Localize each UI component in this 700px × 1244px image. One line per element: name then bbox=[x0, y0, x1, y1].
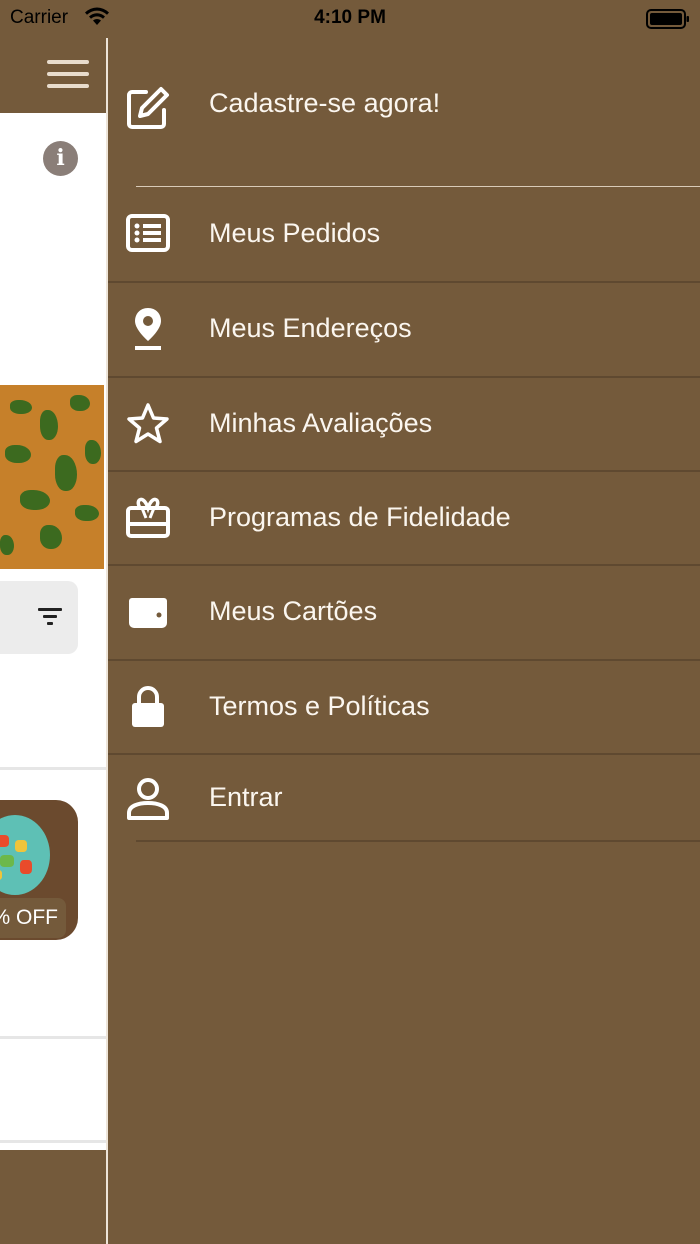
menu-item-terms[interactable]: Termos e Políticas bbox=[108, 661, 700, 754]
menu-item-addresses[interactable]: Meus Endereços bbox=[108, 283, 700, 376]
filter-icon[interactable] bbox=[38, 608, 62, 626]
gift-card-icon bbox=[126, 497, 170, 538]
divider bbox=[136, 186, 700, 187]
divider bbox=[136, 840, 700, 842]
status-bar: Carrier 4:10 PM bbox=[0, 0, 700, 38]
menu-item-label: Termos e Políticas bbox=[209, 691, 430, 721]
divider bbox=[0, 1036, 106, 1039]
list-icon bbox=[126, 214, 170, 252]
user-icon bbox=[127, 778, 169, 820]
location-pin-icon bbox=[135, 308, 161, 350]
menu-item-cards[interactable]: Meus Cartões bbox=[108, 566, 700, 659]
clock: 4:10 PM bbox=[314, 7, 386, 28]
background-screen: i % OFF bbox=[0, 0, 106, 1244]
battery-icon bbox=[646, 9, 689, 29]
register-button[interactable]: Cadastre-se agora! bbox=[108, 58, 700, 158]
menu-item-label: Meus Pedidos bbox=[209, 218, 381, 248]
divider bbox=[0, 767, 106, 770]
side-drawer: Cadastre-se agora! Meus Pedidos Meus End… bbox=[106, 38, 700, 1244]
bottom-bar bbox=[0, 1150, 106, 1244]
menu-item-reviews[interactable]: Minhas Avaliações bbox=[108, 378, 700, 471]
login-button[interactable]: Entrar bbox=[108, 755, 700, 841]
register-label: Cadastre-se agora! bbox=[209, 88, 441, 118]
menu-item-label: Meus Cartões bbox=[209, 596, 378, 626]
menu-item-label: Programas de Fidelidade bbox=[209, 502, 511, 532]
info-icon[interactable]: i bbox=[43, 141, 78, 176]
divider bbox=[0, 1140, 106, 1143]
lock-icon bbox=[132, 686, 164, 727]
menu-item-label: Meus Endereços bbox=[209, 313, 412, 343]
star-icon bbox=[127, 403, 169, 444]
menu-item-label: Entrar bbox=[209, 782, 283, 812]
store-banner-image bbox=[0, 385, 104, 569]
menu-item-loyalty[interactable]: Programas de Fidelidade bbox=[108, 472, 700, 565]
menu-icon[interactable] bbox=[47, 60, 89, 90]
edit-icon bbox=[127, 87, 169, 129]
discount-badge: % OFF bbox=[0, 898, 66, 938]
wallet-icon bbox=[129, 598, 167, 628]
menu-item-orders[interactable]: Meus Pedidos bbox=[108, 188, 700, 281]
menu-item-label: Minhas Avaliações bbox=[209, 408, 433, 438]
